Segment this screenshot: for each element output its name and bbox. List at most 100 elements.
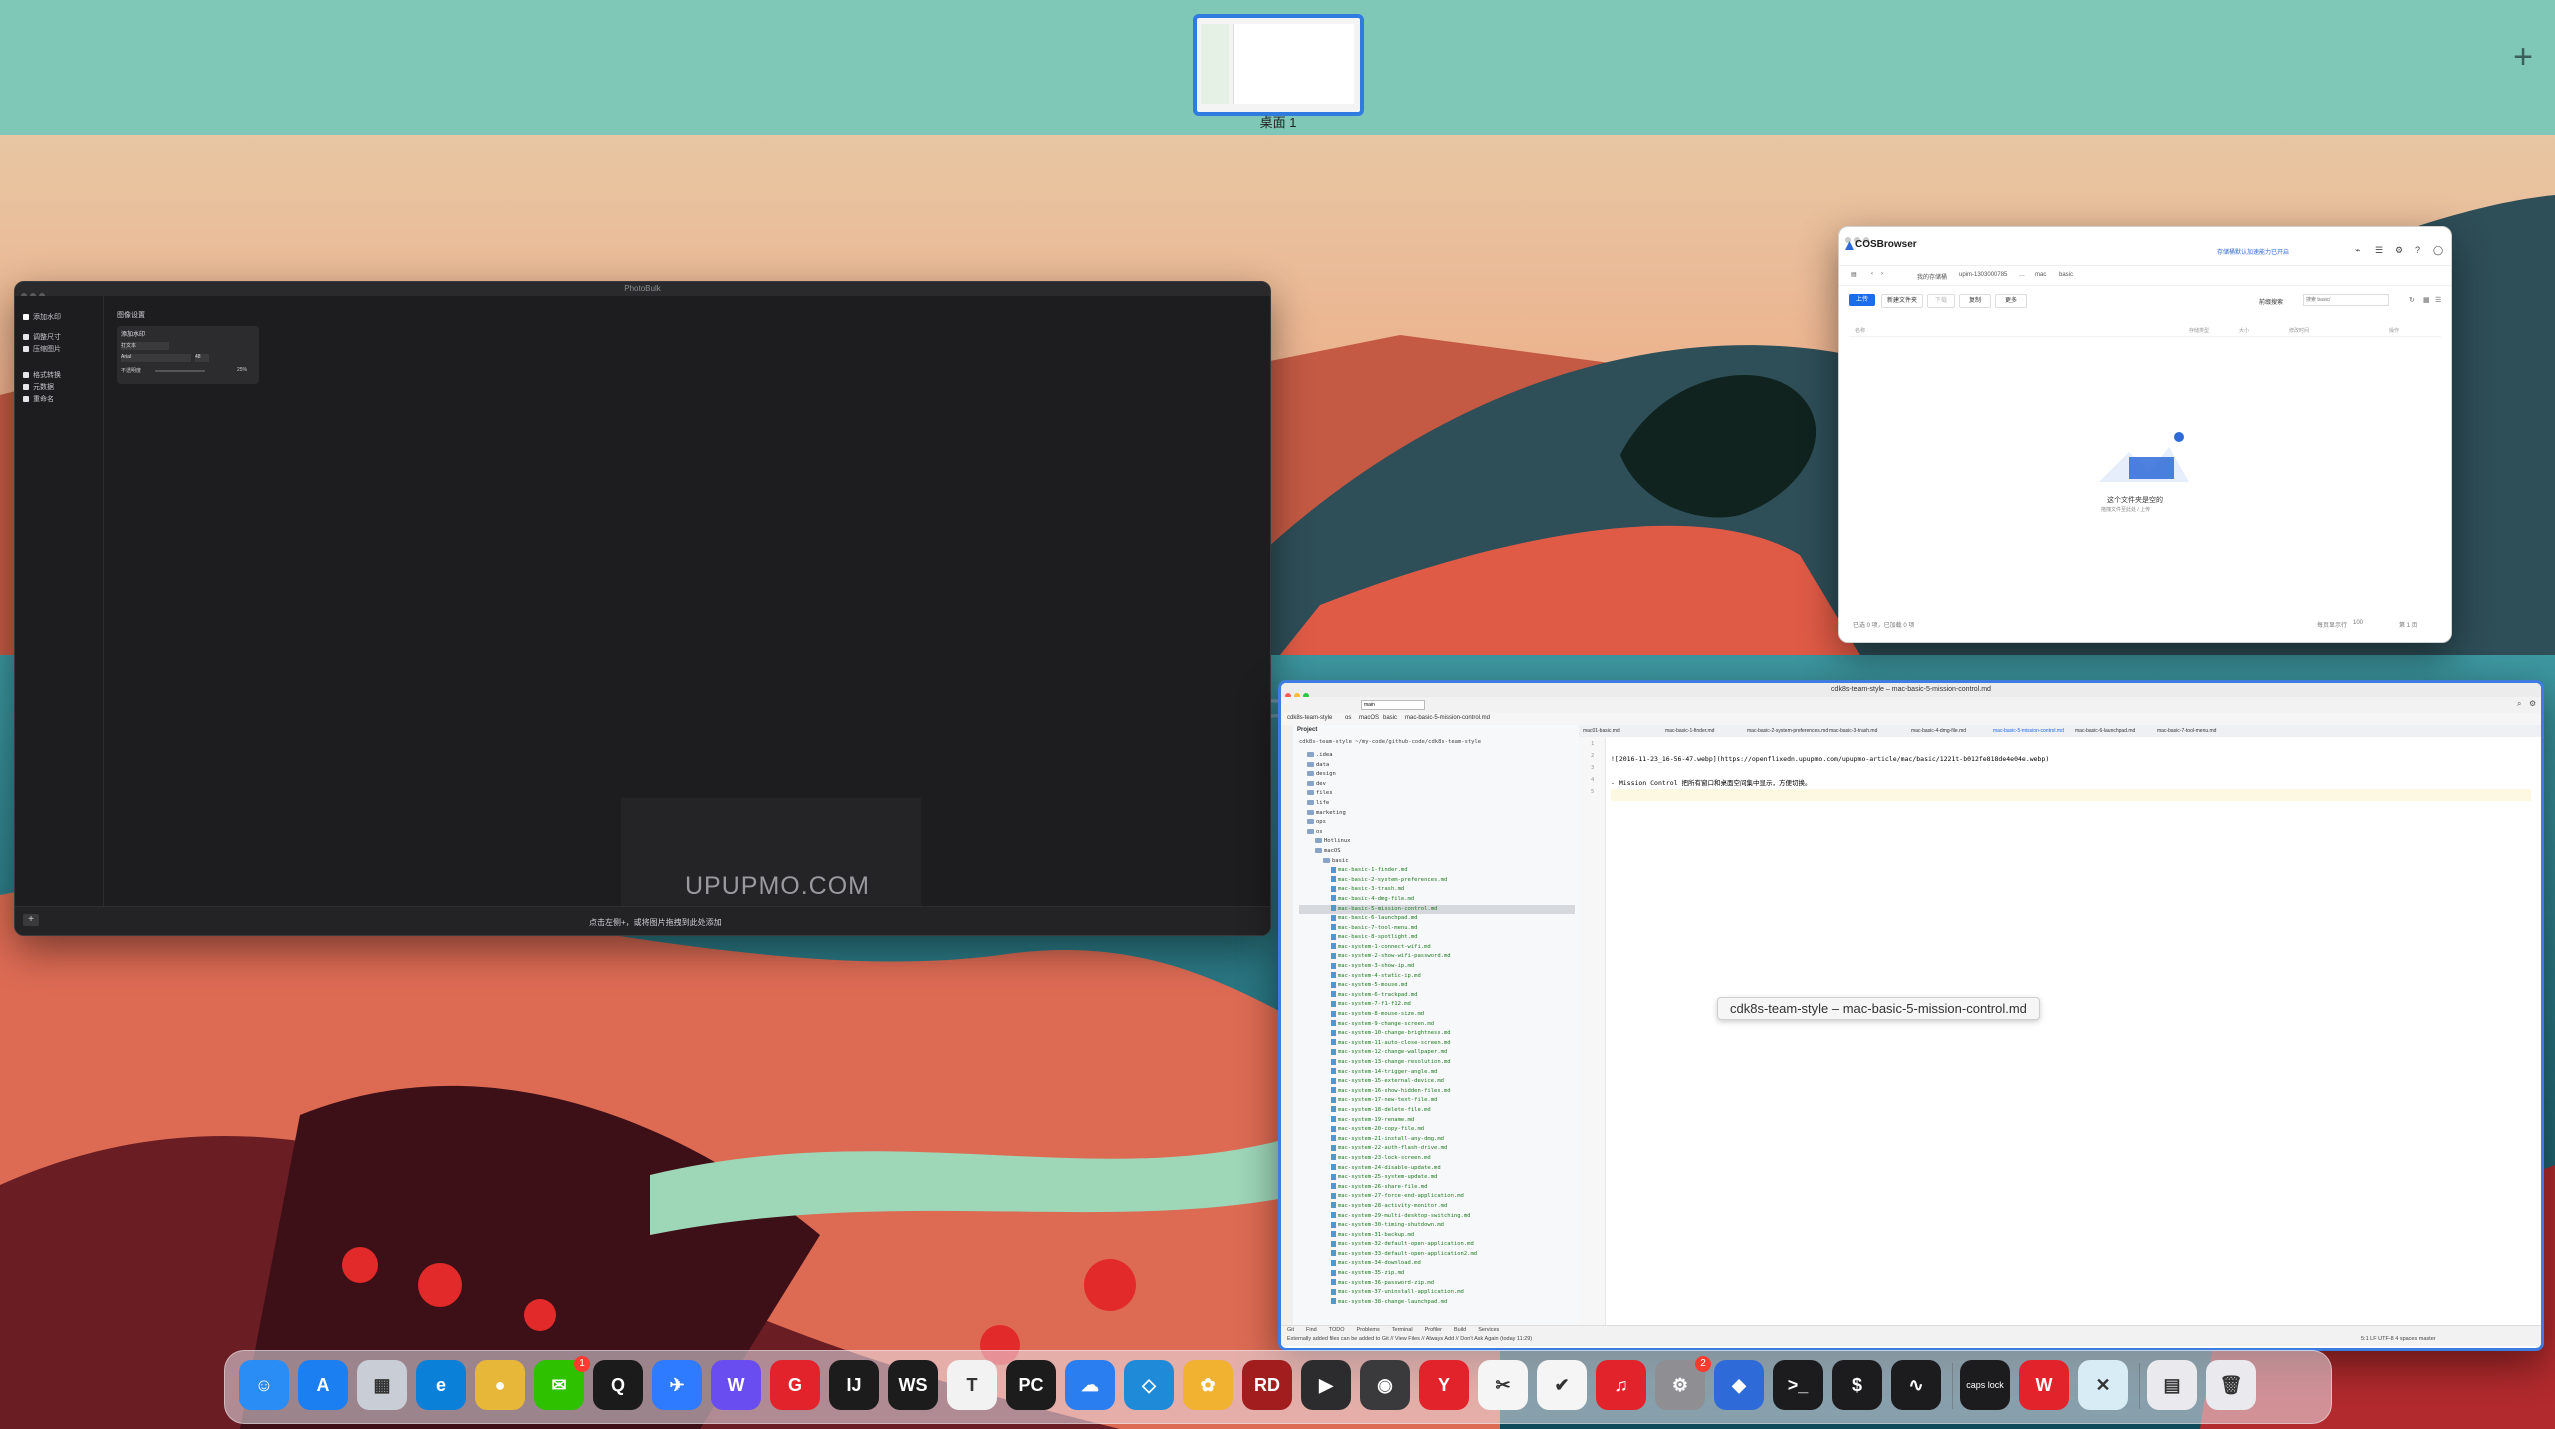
breadcrumb-item[interactable]: 我的存储桶 [1917,272,1947,281]
tree-item[interactable]: files [1299,789,1575,799]
tree-item[interactable]: mac-system-35-zip.md [1299,1269,1575,1279]
dock-activity-monitor-icon[interactable]: ∿ [1891,1360,1941,1410]
editor-tab[interactable]: mac-basic-6-launchpad.md [2075,728,2135,734]
tree-item[interactable]: mac-basic-3-trash.md [1299,885,1575,895]
tool-tab[interactable]: Build [1454,1327,1466,1333]
breadcrumb-item[interactable]: macOS [1359,715,1379,721]
tree-item[interactable]: mac-system-11-auto-close-screen.md [1299,1039,1575,1049]
column-header[interactable]: 修改时间 [2289,327,2309,334]
checkbox-icon[interactable] [23,372,29,378]
tree-item[interactable]: marketing [1299,809,1575,819]
tree-item[interactable]: mac-system-12-change-wallpaper.md [1299,1048,1575,1058]
image-settings-tab[interactable]: 图像设置 [117,310,145,320]
tree-item[interactable]: mac-basic-2-system-preferences.md [1299,876,1575,886]
dock-app-store-icon[interactable]: A [298,1360,348,1410]
grid-view-icon[interactable]: ▦ [2423,296,2430,304]
breadcrumb-item[interactable]: basic [2059,272,2073,278]
dock-navicat-icon[interactable]: ✿ [1183,1360,1233,1410]
tool-tab[interactable]: Problems [1357,1327,1380,1333]
dock-final-cut-pro-icon[interactable]: ▶ [1301,1360,1351,1410]
tree-item[interactable]: design [1299,770,1575,780]
tree-item[interactable]: mac-system-37-uninstall-application.md [1299,1288,1575,1298]
dock-caps-lock-icon[interactable]: caps lock [1960,1360,2010,1410]
breadcrumb-item[interactable]: upim-1303000785 [1959,272,2007,278]
dock-netease-music-icon[interactable]: ♫ [1596,1360,1646,1410]
editor-tab[interactable]: mac-basic-4-dmg-file.md [1911,728,1966,734]
tree-item[interactable]: mac-system-1-connect-wifi.md [1299,943,1575,953]
editor-line[interactable] [1611,789,2531,801]
tree-item[interactable]: mac-basic-7-tool-menu.md [1299,924,1575,934]
breadcrumb-item[interactable]: os [1345,715,1351,721]
checkbox-icon[interactable] [23,384,29,390]
tree-item[interactable]: mac-basic-4-dmg-file.md [1299,895,1575,905]
dock-xmind-icon[interactable]: ✕ [2078,1360,2128,1410]
notice-link[interactable]: 存储桶默认加速能力已开启 [2217,247,2289,256]
copy-button[interactable]: 复制 [1959,294,1991,308]
breadcrumb-item[interactable]: basic [1383,715,1397,721]
page-size-select[interactable]: 100 [2353,620,2363,626]
filter-select[interactable]: 前缀搜索 [2259,297,2283,306]
tree-item[interactable]: mac-system-8-mouse-size.md [1299,1010,1575,1020]
tree-item[interactable]: mac-system-14-trigger-angle.md [1299,1068,1575,1078]
tree-item[interactable]: dev [1299,780,1575,790]
dock-trash-icon[interactable]: 🗑 [2206,1360,2256,1410]
opacity-slider[interactable] [155,370,205,372]
dock-pycharm-icon[interactable]: PC [1006,1360,1056,1410]
checkbox-icon[interactable] [23,346,29,352]
tree-item[interactable]: mac-system-6-trackpad.md [1299,991,1575,1001]
tree-item[interactable]: mac-system-31-backup.md [1299,1231,1575,1241]
dock-stack-icon[interactable]: ▤ [2147,1360,2197,1410]
column-header[interactable]: 大小 [2239,327,2249,334]
tree-item[interactable]: mac-system-32-default-open-application.m… [1299,1240,1575,1250]
breadcrumb-item[interactable]: mac-basic-5-mission-control.md [1405,715,1490,721]
tree-item[interactable]: mac-system-2-show-wifi-password.md [1299,952,1575,962]
more-button[interactable]: 更多 [1995,294,2027,308]
tree-item[interactable]: mac-system-33-default-open-application2.… [1299,1250,1575,1260]
tree-item[interactable]: basic [1299,857,1575,867]
photobulk-window[interactable]: PhotoBulk 添加水印 调整尺寸 压缩图片 格式转换 元数据 重命名 图像… [14,281,1271,936]
column-header[interactable]: 名称 [1855,327,1865,334]
sidebar-item-resize[interactable]: 调整尺寸 [23,332,61,342]
tree-item[interactable]: mac-system-21-install-any-dmg.md [1299,1135,1575,1145]
tree-item[interactable]: mac-system-22-auth-flash-drive.md [1299,1144,1575,1154]
dock-launchpad-icon[interactable]: ▦ [357,1360,407,1410]
editor-line[interactable] [1611,765,2531,777]
upload-button[interactable]: 上传 [1849,294,1875,306]
tree-item[interactable]: mac-system-7-f1-f12.md [1299,1000,1575,1010]
tool-tab[interactable]: Find [1306,1327,1317,1333]
tree-item[interactable]: mac-system-3-show-ip.md [1299,962,1575,972]
tool-tab[interactable]: TODO [1329,1327,1345,1333]
tree-item[interactable]: ops [1299,818,1575,828]
forward-icon[interactable]: › [1881,271,1883,277]
editor-tab[interactable]: mac-basic-2-system-preferences.md [1747,728,1828,734]
tool-tab[interactable]: Terminal [1392,1327,1413,1333]
editor-tab[interactable]: mac-basic-3-trash.md [1829,728,1877,734]
tree-item[interactable]: os [1299,828,1575,838]
tree-item[interactable]: mac-system-23-lock-screen.md [1299,1154,1575,1164]
tree-item[interactable]: mac-basic-1-finder.md [1299,866,1575,876]
search-icon[interactable]: ⌕ [2517,699,2521,709]
tree-item[interactable]: mac-system-28-activity-monitor.md [1299,1202,1575,1212]
tree-item[interactable]: mac-system-30-timing-shutdown.md [1299,1221,1575,1231]
new-folder-button[interactable]: 新建文件夹 [1881,294,1923,308]
sidebar-item-compress[interactable]: 压缩图片 [23,344,61,354]
dock-iterm-icon[interactable]: $ [1832,1360,1882,1410]
dock-git-client-icon[interactable]: G [770,1360,820,1410]
editor-tab[interactable]: mac-basic-5-mission-control.md [1993,728,2064,734]
tree-item[interactable]: mac-system-15-external-device.md [1299,1077,1575,1087]
page-number[interactable]: 第 1 页 [2399,620,2418,629]
tree-item[interactable]: mac-system-19-rename.md [1299,1116,1575,1126]
dock-chrome-icon[interactable]: ● [475,1360,525,1410]
tree-item[interactable]: mac-system-27-force-end-application.md [1299,1192,1575,1202]
sidebar-item-rename[interactable]: 重命名 [23,394,54,404]
tool-tab[interactable]: Services [1478,1327,1499,1333]
tree-item[interactable]: mac-system-5-mouse.md [1299,981,1575,991]
sidebar-item-metadata[interactable]: 元数据 [23,382,54,392]
gear-icon[interactable]: ⚙ [2529,699,2536,708]
dock-youdao-icon[interactable]: Y [1419,1360,1469,1410]
font-size-field[interactable]: 48 [195,354,209,362]
breadcrumb-item[interactable]: cdk8s-team-style [1287,715,1332,721]
breadcrumb-item[interactable]: mac [2035,272,2046,278]
sidebar-item-watermark[interactable]: 添加水印 [23,312,61,322]
gear-icon[interactable]: ⚙ [2395,245,2403,256]
